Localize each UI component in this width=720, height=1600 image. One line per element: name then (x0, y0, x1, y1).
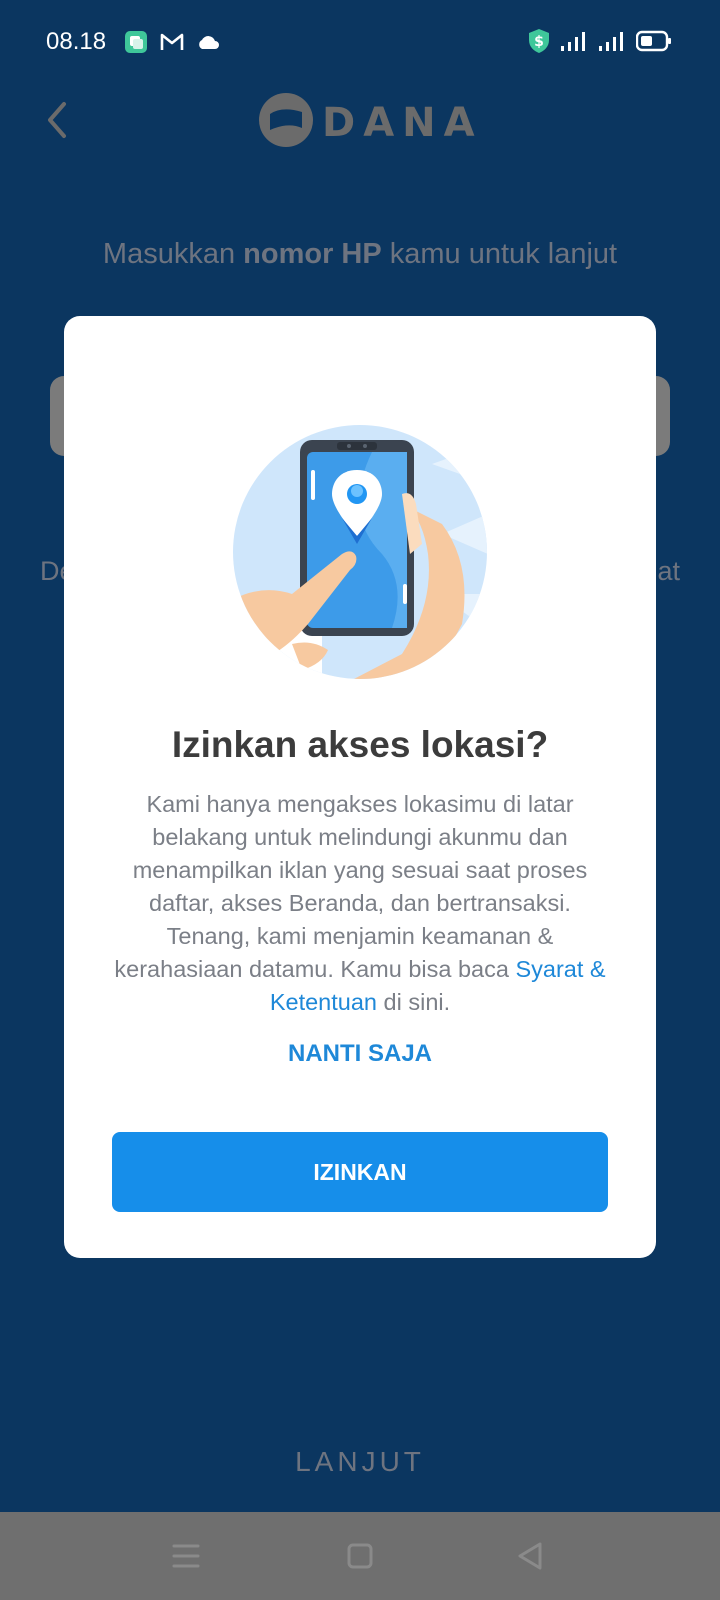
app-notification-icon (124, 30, 148, 59)
status-right-icons: $ (528, 28, 672, 59)
home-icon (340, 1543, 380, 1580)
brand-name: DANA (322, 99, 483, 146)
status-bar: 08.18 $ (0, 0, 720, 88)
security-shield-icon: $ (528, 28, 550, 59)
prompt-suffix: kamu untuk lanjut (381, 238, 618, 270)
prompt-prefix: Masukkan (102, 238, 244, 270)
svg-text:$: $ (534, 34, 544, 50)
back-button[interactable] (38, 96, 78, 144)
status-time: 08.18 (46, 28, 107, 55)
menu-button[interactable] (166, 1536, 206, 1576)
signal-icon (560, 30, 588, 57)
dialog-body-text: Kami hanya mengakses lokasimu di latar b… (114, 791, 588, 982)
chevron-left-icon (38, 102, 78, 148)
prompt-bold: nomor HP (243, 238, 382, 270)
gmail-icon (160, 32, 184, 57)
allow-button[interactable]: IZINKAN (112, 1132, 608, 1212)
navigation-bar (0, 1512, 720, 1600)
home-button[interactable] (340, 1536, 380, 1576)
menu-icon (166, 1544, 206, 1580)
dialog-body: Kami hanya mengakses lokasimu di latar b… (112, 788, 608, 1019)
dialog-body-suffix: di sini. (377, 989, 451, 1015)
brand-logo: DANA (258, 92, 483, 153)
dana-logo-icon (258, 92, 314, 153)
back-icon (510, 1542, 550, 1580)
cloud-icon (196, 33, 220, 56)
background-text-fragment: at (657, 556, 680, 586)
phone-location-pin-illustration (232, 424, 488, 680)
dialog-title: Izinkan akses lokasi? (171, 724, 549, 765)
signal-icon (598, 30, 626, 57)
phone-prompt: Masukkan nomor HP kamu untuk lanjut (0, 238, 720, 271)
status-left-icons (124, 30, 220, 59)
next-button[interactable]: LANJUT (0, 1446, 720, 1478)
later-button[interactable]: NANTI SAJA (244, 1028, 476, 1080)
battery-icon (635, 30, 672, 57)
nav-back-button[interactable] (510, 1536, 550, 1576)
location-permission-dialog: Izinkan akses lokasi? Kami hanya mengaks… (64, 316, 656, 1258)
